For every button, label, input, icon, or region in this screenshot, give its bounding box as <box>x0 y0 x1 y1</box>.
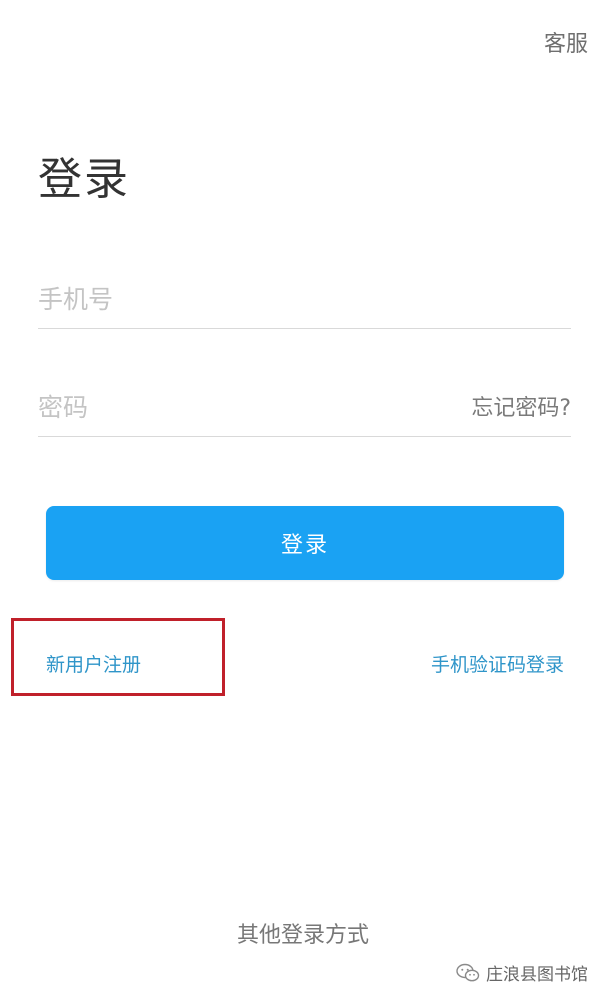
password-input[interactable] <box>38 378 438 436</box>
register-link[interactable]: 新用户注册 <box>46 650 141 677</box>
phone-input[interactable] <box>38 270 571 328</box>
watermark: 庄浪县图书馆 <box>456 960 588 985</box>
page-title: 登录 <box>38 154 130 205</box>
wechat-icon <box>456 963 480 981</box>
forgot-password-link[interactable]: 忘记密码? <box>471 390 571 422</box>
watermark-source-label: 庄浪县图书馆 <box>486 965 588 985</box>
password-field: 忘记密码? <box>38 378 571 437</box>
phone-field <box>38 270 571 329</box>
login-button[interactable]: 登录 <box>46 506 564 580</box>
other-login-link[interactable]: 其他登录方式 <box>0 917 606 949</box>
sms-login-link[interactable]: 手机验证码登录 <box>431 650 564 677</box>
customer-service-link[interactable]: 客服 <box>544 26 588 58</box>
